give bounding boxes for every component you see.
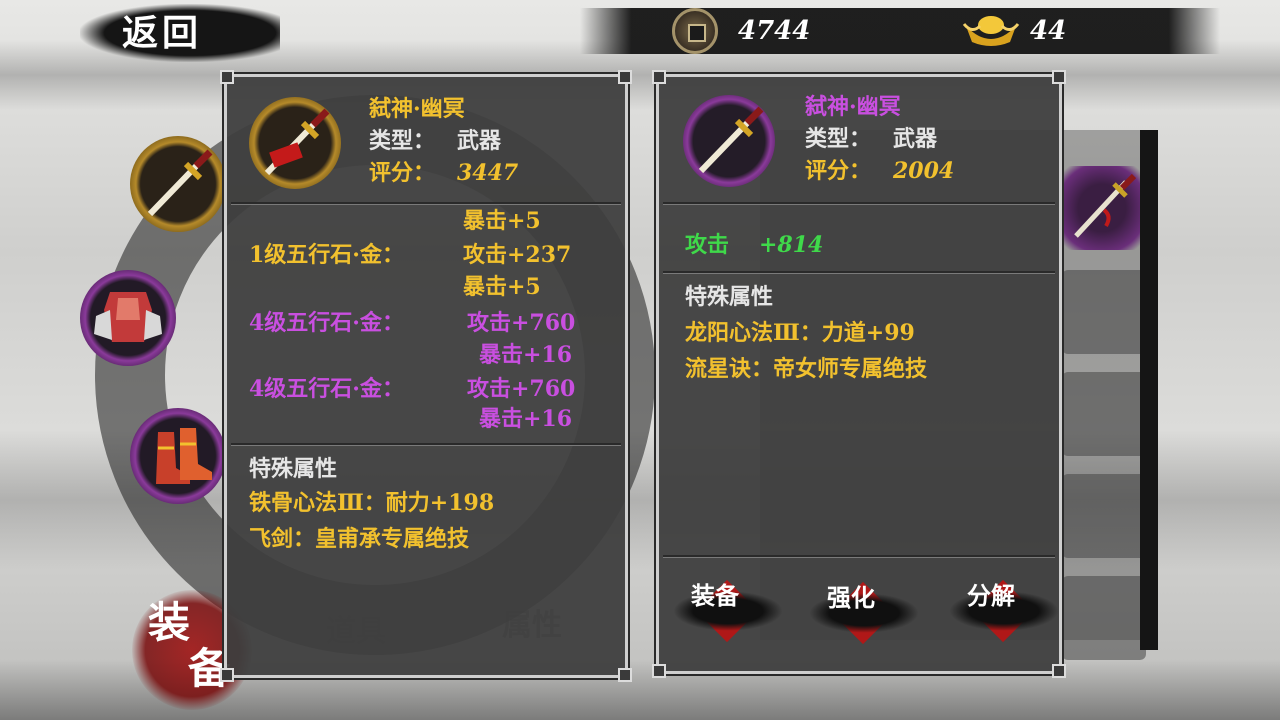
stat-value: 暴击+16 [479,342,573,368]
boots-icon [156,428,212,484]
sword-icon [1074,173,1137,238]
inventory-frame [1140,130,1158,650]
item-name: 弑神·幽冥 [805,94,901,120]
item-type-value: 武器 [457,128,502,154]
stat-value: 攻击+237 [463,242,572,268]
sword-icon [264,108,330,176]
base-stat-label: 攻击 [685,232,730,258]
divider [663,202,1055,205]
item-type-label: 类型： [805,126,872,152]
panel-corner [220,70,234,84]
item-score-label: 评分： [369,160,436,186]
panel-corner [1052,664,1066,678]
ingot-count: 44 [1030,16,1067,46]
panel-corner [652,664,666,678]
coin-icon [672,8,718,54]
item-tooltip-compare: 弑神·幽冥 类型： 武器 评分： 2004 攻击 +814 特殊属性 龙阳心法Ⅲ… [652,70,1066,678]
divider [231,443,621,446]
panel-corner [618,668,632,682]
stat-value: 攻击+760 [467,376,576,402]
enhance-button[interactable]: 强化 [809,579,919,649]
panel-corner [1052,70,1066,84]
stat-label: 1级五行石·金： [249,242,404,268]
base-stat-value: +814 [759,232,824,258]
equip-slot-armor[interactable] [80,270,176,366]
divider [231,202,621,205]
dismantle-button-label: 分解 [967,581,1015,610]
inventory-slot[interactable] [1062,270,1146,354]
inventory-slot[interactable] [1062,576,1146,660]
sword-icon [698,106,764,174]
item-score-value: 2004 [893,158,955,184]
inventory-slot[interactable] [1062,372,1146,456]
stat-label: 4级五行石·金： [249,376,404,402]
special-title: 特殊属性 [685,284,774,310]
item-icon [683,95,775,187]
equip-slot-boots[interactable] [130,408,226,504]
item-score-label: 评分： [805,158,872,184]
enhance-button-label: 强化 [827,583,875,612]
stat-value: 暴击+5 [463,274,541,300]
item-tooltip-current: 弑神·幽冥 类型： 武器 评分： 3447 暴击+5 1级五行石·金： 攻击+2… [220,70,632,682]
ingot-icon [962,16,1020,46]
panel-corner [220,668,234,682]
equip-button-label: 装备 [691,581,739,610]
special-attribute: 流星诀：帝女师专属绝技 [685,356,928,382]
dismantle-button[interactable]: 分解 [949,577,1059,647]
item-score-value: 3447 [457,160,519,186]
item-name: 弑神·幽冥 [369,96,465,122]
stat-value: 暴击+5 [463,208,541,234]
stat-label: 4级五行石·金： [249,310,404,336]
stat-value: 暴击+16 [479,406,573,432]
special-attribute: 铁骨心法Ⅲ：耐力+198 [249,490,495,516]
inventory-item-sword[interactable] [1060,166,1144,250]
panel-corner [652,70,666,84]
special-title: 特殊属性 [249,456,338,482]
inventory-slot[interactable] [1062,474,1146,558]
item-type-value: 武器 [893,126,938,152]
divider [663,271,1055,274]
divider [663,555,1055,558]
armor-icon [94,292,162,342]
stat-value: 攻击+760 [467,310,576,336]
item-icon [249,97,341,189]
equip-button[interactable]: 装备 [673,577,783,647]
special-attribute: 龙阳心法Ⅲ：力道+99 [685,320,915,346]
panel-corner [618,70,632,84]
back-button[interactable]: 返回 [122,8,232,58]
coin-count: 4744 [738,16,811,46]
sword-icon [147,149,213,217]
equip-slot-weapon[interactable] [130,136,226,232]
item-type-label: 类型： [369,128,436,154]
special-attribute: 飞剑：皇甫承专属绝技 [249,526,470,552]
